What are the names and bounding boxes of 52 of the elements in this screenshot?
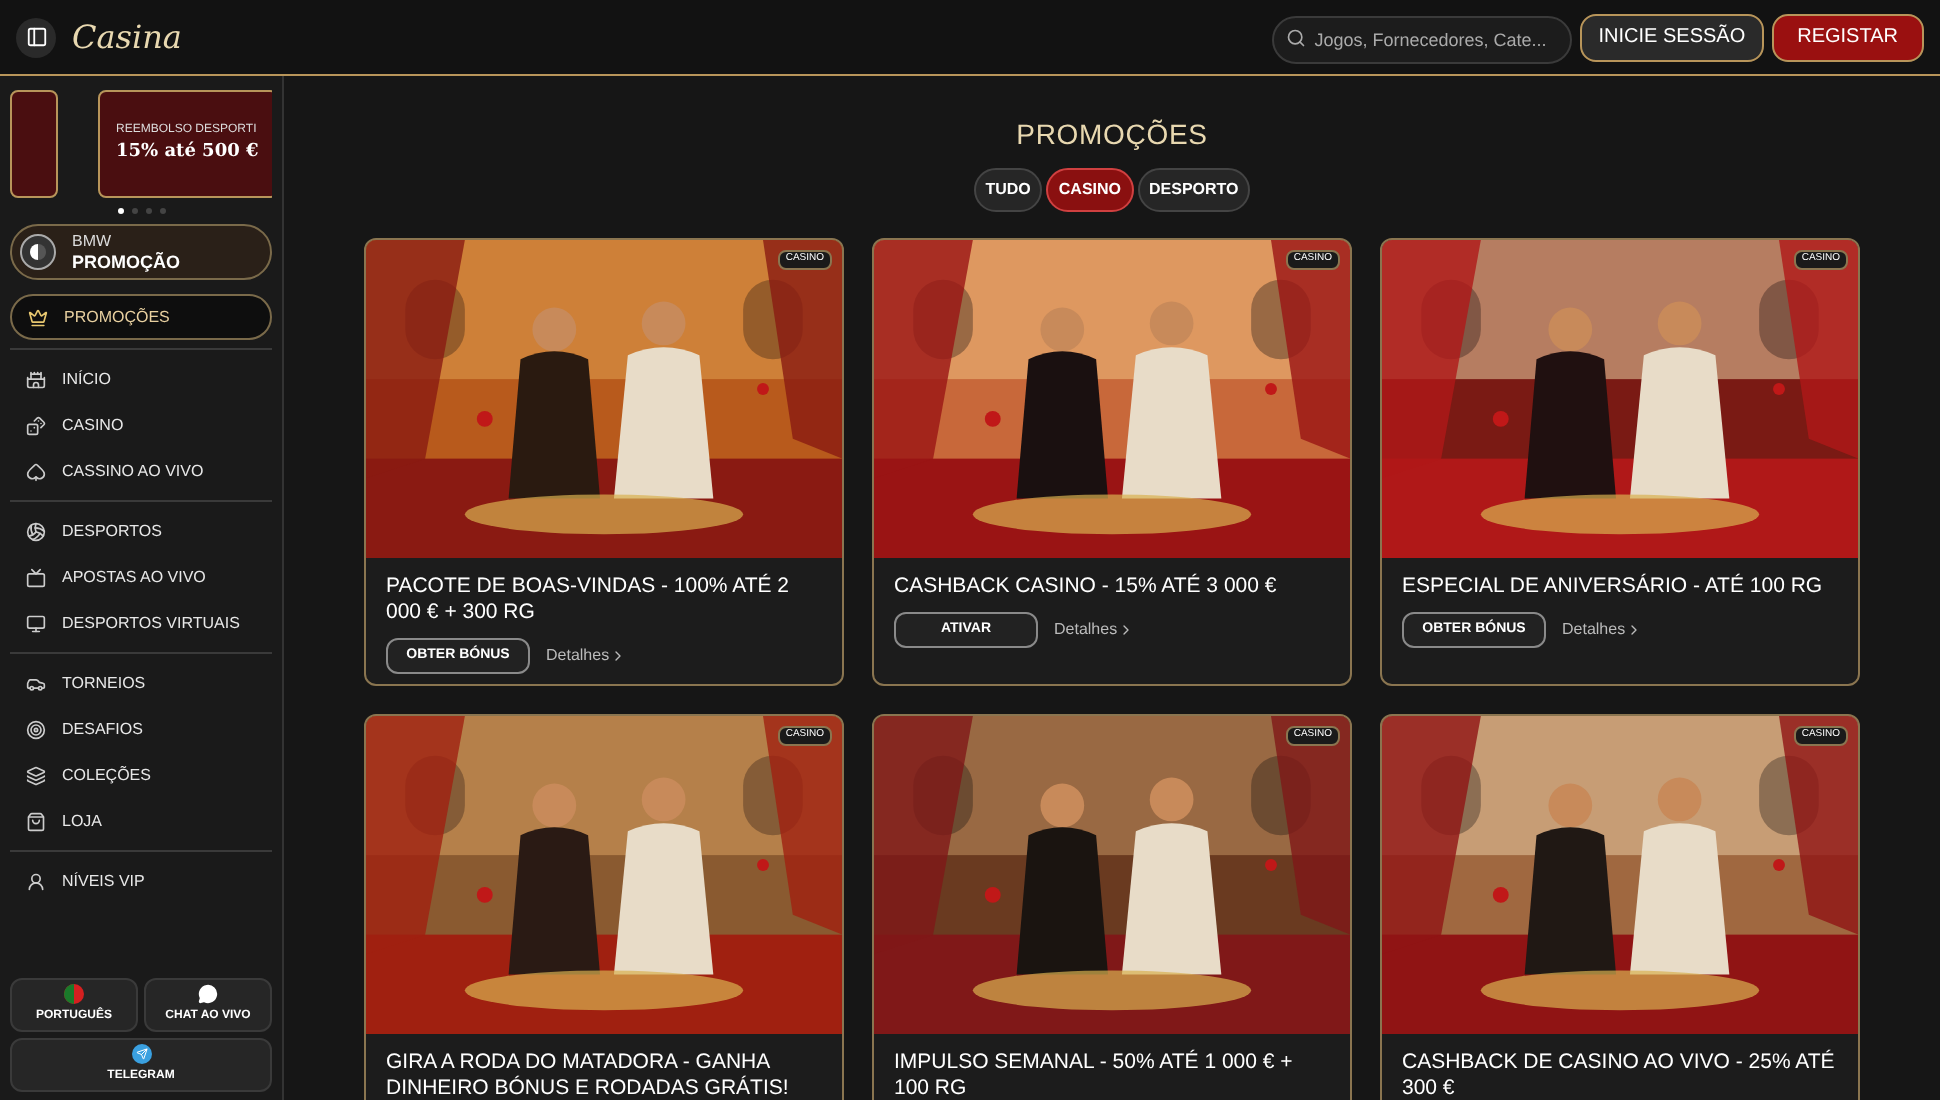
filter-tab[interactable]: CASINO [1046,168,1134,212]
tv-icon [26,567,46,587]
bmw-promo-label: PROMOÇÃO [72,252,180,272]
crown-icon [28,307,48,327]
filter-tab[interactable]: DESPORTO [1137,168,1251,212]
nav-item[interactable]: APOSTAS AO VIVO [10,554,272,600]
monitor-icon [26,613,46,633]
filter-tab[interactable]: TUDO [973,168,1043,212]
nav-item[interactable]: COLEÇÕES [10,752,272,798]
chat-icon [198,984,218,1004]
search-field[interactable]: Jogos, Fornecedores, Cate... [1272,15,1573,63]
ball-icon [26,521,46,541]
nav-item[interactable]: DESPORTOS [10,508,272,554]
car-icon [26,673,46,693]
target-icon [26,719,46,739]
layers-icon [26,765,46,785]
bmw-icon [20,234,56,270]
person-icon [26,871,46,891]
promo-title: IMPULSO SEMANAL - 50% ATÉ 1 000 € + 100 RG [894,1050,1295,1100]
bmw-label: BMW [72,232,114,252]
nav-item[interactable]: DESAFIOS [10,706,272,752]
logo[interactable]: Casina [72,13,182,61]
nav-item[interactable]: LOJA [10,798,272,844]
dice-icon [26,415,46,435]
promo-title: CASHBACK CASINO - 15% ATÉ 3 000 € [894,574,1279,600]
nav-item[interactable]: TORNEIOS [10,660,272,706]
search-icon [1286,27,1307,47]
nav-item[interactable]: CASSINO AO VIVO [10,448,272,494]
promo-title: PACOTE DE BOAS-VINDAS - 100% ATÉ 2 000 € + 300 RG [386,574,792,626]
telegram-icon [131,1044,151,1064]
details-link[interactable]: Detalhes [1054,618,1134,642]
bmw-promo-button[interactable]: BMW PROMOÇÃO [10,224,272,280]
page-title: PROMOÇÕES [1016,116,1208,154]
promo-title: GIRA A RODA DO MATADORA - GANHA DINHEIRO BÓNUS E RODADAS GRÁTIS! [386,1050,791,1100]
register-button[interactable]: REGISTAR [1771,13,1924,61]
details-link[interactable]: Detalhes [546,644,626,668]
spade-icon [26,461,46,481]
sidebar-toggle-icon[interactable] [16,17,56,57]
details-link[interactable]: Detalhes [1562,618,1642,642]
banner-subtitle: 15% até 500 € [116,139,260,166]
nav-item[interactable]: INÍCIO [10,356,272,402]
promo-title: CASHBACK DE CASINO AO VIVO - 25% ATÉ 300 € [1402,1050,1837,1100]
nav-item[interactable]: PROMOÇÕES [10,294,272,340]
promo-banner[interactable] [10,90,58,198]
castle-icon [26,369,46,389]
login-button[interactable]: INICIE SESSÃO [1580,13,1764,61]
promo-title: ESPECIAL DE ANIVERSÁRIO - ATÉ 100 RG [1402,574,1825,600]
flag-icon [64,984,84,1004]
nav-item[interactable]: DESPORTOS VIRTUAIS [10,600,272,646]
nav-item[interactable]: NÍVEIS VIP [10,858,272,904]
bag-icon [26,811,46,831]
nav-item[interactable]: CASINO [10,402,272,448]
